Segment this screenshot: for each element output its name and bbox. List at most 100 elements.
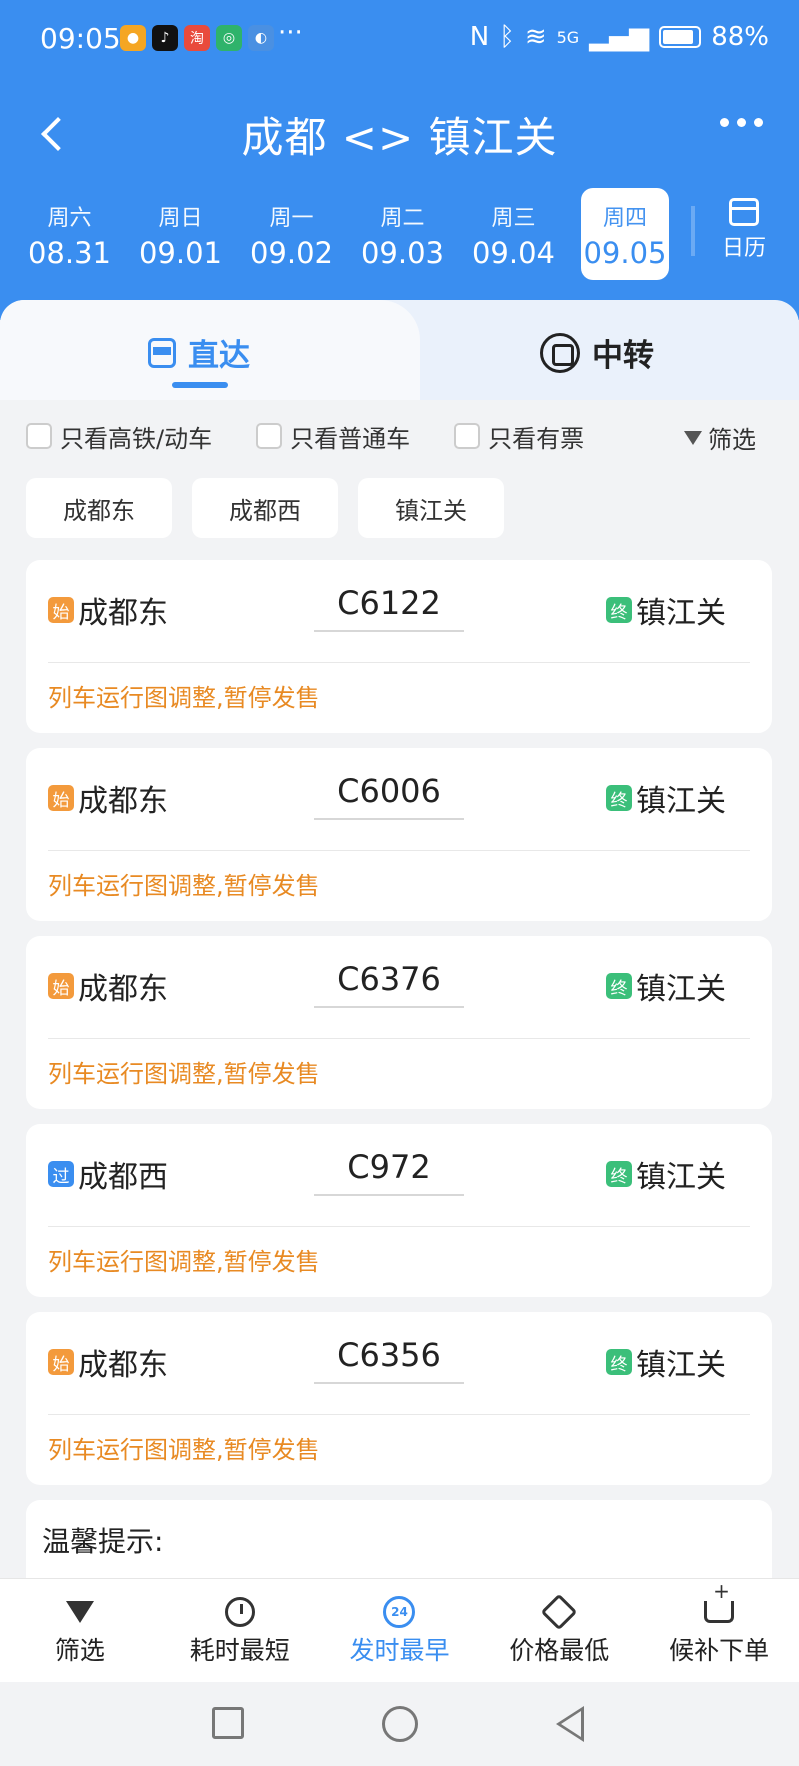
waitlist-label: 候补下单 — [669, 1636, 770, 1665]
train-card[interactable]: 始成都东 C6006 终镇江关 列车运行图调整,暂停发售 — [26, 748, 772, 921]
train-number: C6376 — [337, 960, 441, 998]
filter-button[interactable]: 筛选 — [684, 420, 756, 455]
train-card[interactable]: 始成都东 C6122 终镇江关 列车运行图调整,暂停发售 — [26, 560, 772, 733]
start-badge: 始 — [48, 973, 74, 999]
sale-status: 列车运行图调整,暂停发售 — [48, 1248, 320, 1276]
from-label: 成都东 — [78, 784, 168, 819]
departure-station: 始成都东 — [48, 776, 168, 820]
date-item[interactable]: 周二 09.03 — [347, 188, 458, 280]
filter-bar: 只看高铁/动车 只看普通车 只看有票 筛选 — [26, 416, 786, 456]
filter-tool-button[interactable]: 筛选 — [0, 1579, 160, 1682]
from-label: 成都东 — [78, 1348, 168, 1383]
sort-earliest-label: 发时最早 — [349, 1636, 450, 1665]
train-line — [314, 630, 464, 632]
date-item[interactable]: 周一 09.02 — [236, 188, 347, 280]
tab-transfer-label: 中转 — [592, 338, 654, 374]
departure-station: 始成都东 — [48, 588, 168, 632]
nfc-icon: N — [469, 22, 490, 52]
start-badge: 始 — [48, 1349, 74, 1375]
sort-cheapest-button[interactable]: 价格最低 — [479, 1579, 639, 1682]
clock-icon — [224, 1597, 255, 1627]
signal-bars-icon: ▂▄▆ — [589, 22, 650, 52]
home-icon[interactable] — [382, 1706, 418, 1742]
tab-direct-label: 直达 — [188, 338, 250, 374]
station-chips: 成都东 成都西 镇江关 — [26, 478, 504, 538]
has-ticket-checkbox[interactable]: 只看有票 — [454, 419, 584, 454]
arrival-station: 终镇江关 — [606, 588, 726, 632]
departure-station: 始成都东 — [48, 1340, 168, 1384]
battery-level: 88% — [711, 22, 769, 52]
date-item[interactable]: 周三 09.04 — [458, 188, 569, 280]
end-badge: 终 — [606, 597, 632, 623]
divider — [48, 1414, 750, 1415]
arrival-station: 终镇江关 — [606, 964, 726, 1008]
signal-icon: 5G — [556, 27, 580, 47]
checkbox-icon — [26, 423, 52, 449]
tab-transfer[interactable]: 中转 — [540, 330, 654, 375]
checkbox-icon — [454, 423, 481, 449]
arrival-station: 终镇江关 — [606, 776, 726, 820]
sale-status: 列车运行图调整,暂停发售 — [48, 1436, 320, 1464]
tab-direct[interactable]: 直达 — [148, 330, 250, 375]
from-label: 成都东 — [78, 972, 168, 1007]
train-line — [314, 818, 464, 820]
more-options-button[interactable] — [720, 118, 763, 127]
date-selector: 周六 08.31 周日 09.01 周一 09.02 周二 09.03 周三 09.04 … — [14, 188, 681, 280]
route-tabs: 直达 中转 — [0, 300, 799, 400]
tip-title: 温馨提示: — [42, 1525, 164, 1558]
end-badge: 终 — [606, 973, 632, 999]
to-label: 镇江关 — [636, 1348, 726, 1383]
status-bar: 09:05 ● ♪ 淘 ◎ ◐ ··· N ᛒ ≋ 5G ▂▄▆ 88% — [0, 0, 799, 80]
station-chip[interactable]: 镇江关 — [358, 478, 504, 538]
departure-station: 始成都东 — [48, 964, 168, 1008]
back-icon[interactable] — [556, 1706, 584, 1742]
train-card[interactable]: 始成都东 C6356 终镇江关 列车运行图调整,暂停发售 — [26, 1312, 772, 1485]
filter-icon — [684, 430, 702, 445]
arrival-station: 终镇江关 — [606, 1340, 726, 1384]
system-nav-bar — [0, 1682, 799, 1766]
from-label: 成都西 — [78, 1160, 168, 1195]
checkbox-icon — [256, 423, 283, 449]
normal-train-checkbox[interactable]: 只看普通车 — [256, 419, 410, 454]
system-status: N ᛒ ≋ 5G ▂▄▆ 88% — [470, 22, 769, 52]
end-badge: 终 — [606, 785, 632, 811]
waitlist-button[interactable]: 候补下单 — [639, 1579, 799, 1682]
sort-shortest-button[interactable]: 耗时最短 — [160, 1579, 320, 1682]
sale-status: 列车运行图调整,暂停发售 — [48, 1060, 320, 1088]
date-item-selected[interactable]: 周四 09.05 — [581, 188, 669, 280]
date-item[interactable]: 周日 09.01 — [125, 188, 236, 280]
end-badge: 终 — [606, 1349, 632, 1375]
date-item[interactable]: 周六 08.31 — [14, 188, 125, 280]
train-number: C972 — [347, 1148, 431, 1186]
to-label: 镇江关 — [636, 784, 726, 819]
station-chip[interactable]: 成都东 — [26, 478, 172, 538]
pass-badge: 过 — [48, 1161, 74, 1187]
train-number: C6356 — [337, 1336, 441, 1374]
taobao-icon: 淘 — [184, 25, 210, 51]
app-icon: ◎ — [216, 25, 242, 51]
end-badge: 终 — [606, 1161, 632, 1187]
sort-earliest-button[interactable]: 24 发时最早 — [320, 1579, 480, 1682]
sale-status: 列车运行图调整,暂停发售 — [48, 684, 320, 712]
header: 09:05 ● ♪ 淘 ◎ ◐ ··· N ᛒ ≋ 5G ▂▄▆ 88% 成都 … — [0, 0, 799, 320]
station-chip[interactable]: 成都西 — [192, 478, 338, 538]
calendar-label: 日历 — [721, 236, 766, 261]
high-speed-label: 只看高铁/动车 — [60, 424, 213, 453]
filter-icon — [65, 1601, 94, 1623]
sort-cheapest-label: 价格最低 — [509, 1636, 610, 1665]
status-time: 09:05 — [40, 22, 121, 55]
train-card[interactable]: 过成都西 C972 终镇江关 列车运行图调整,暂停发售 — [26, 1124, 772, 1297]
to-label: 镇江关 — [636, 596, 726, 631]
divider — [48, 1038, 750, 1039]
train-icon — [148, 337, 176, 368]
calendar-button[interactable]: 日历 — [709, 198, 779, 262]
recent-apps-icon[interactable] — [212, 1707, 244, 1739]
high-speed-checkbox[interactable]: 只看高铁/动车 — [26, 419, 212, 454]
tiktok-icon: ♪ — [152, 25, 178, 51]
train-card[interactable]: 始成都东 C6376 终镇江关 列车运行图调整,暂停发售 — [26, 936, 772, 1109]
divider — [48, 662, 750, 663]
filter-tool-label: 筛选 — [54, 1636, 105, 1665]
wifi-icon: ≋ — [524, 22, 547, 52]
cart-add-icon — [704, 1579, 735, 1623]
train-line — [314, 1006, 464, 1008]
